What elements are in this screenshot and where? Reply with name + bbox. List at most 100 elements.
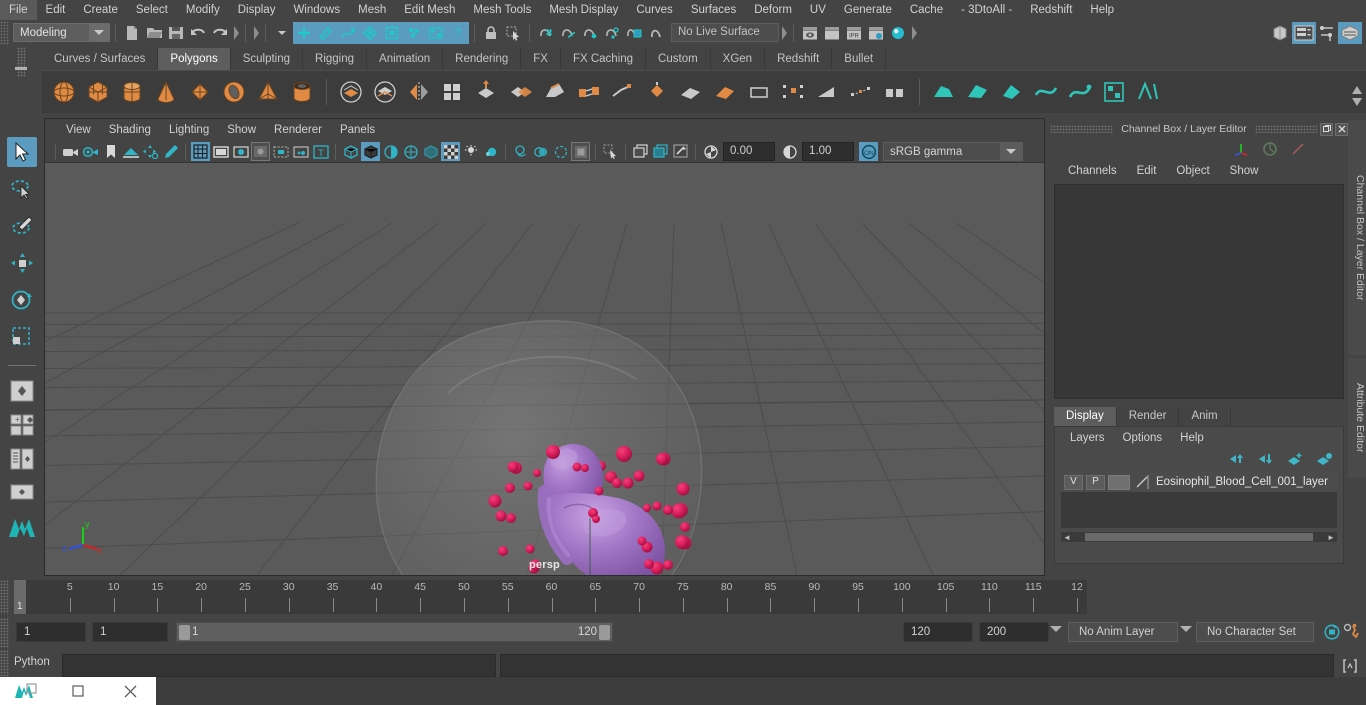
crease-tool-icon[interactable] [879, 76, 911, 108]
undo-icon[interactable] [187, 22, 209, 44]
restore-window-icon[interactable] [52, 677, 104, 705]
resolution-gate-icon[interactable] [231, 142, 250, 161]
poly-plane-icon[interactable] [184, 76, 216, 108]
append-polygon-icon[interactable] [607, 76, 639, 108]
color-space-chevron-down-icon[interactable] [1000, 143, 1022, 160]
menu-mesh[interactable]: Mesh [349, 0, 395, 20]
redo-icon[interactable] [209, 22, 231, 44]
layer-list[interactable]: V P Eosinophil_Blood_Cell_001_layer [1061, 472, 1337, 528]
multisample-aa-icon[interactable] [571, 142, 590, 161]
make-live-icon[interactable] [645, 22, 667, 44]
scale-tool-icon[interactable] [7, 322, 37, 352]
viewport-scroll-arrows[interactable] [1348, 78, 1366, 114]
menu-display[interactable]: Display [229, 0, 285, 20]
layer-editor-menu-options[interactable]: Options [1114, 432, 1172, 444]
show-hide-modeling-toolkit-icon[interactable] [1270, 22, 1292, 44]
combine-icon[interactable] [335, 76, 367, 108]
select-tool-icon[interactable] [7, 137, 37, 167]
select-by-hierarchy-icon[interactable] [293, 21, 315, 44]
viewport-menu-panels[interactable]: Panels [331, 119, 384, 141]
select-vertex-icon[interactable] [403, 21, 425, 44]
xray-icon[interactable] [421, 142, 440, 161]
select-help-icon[interactable]: ? [447, 21, 469, 44]
display-light-icon[interactable] [671, 142, 690, 161]
poly-cube-icon[interactable] [82, 76, 114, 108]
offset-edge-loop-icon[interactable] [811, 76, 843, 108]
channel-box-menu-edit[interactable]: Edit [1127, 165, 1167, 177]
snap-to-point-icon[interactable] [579, 22, 601, 44]
wedge-face-icon[interactable] [641, 76, 673, 108]
poly-pyramid-icon[interactable] [252, 76, 284, 108]
range-slider-grip[interactable] [0, 618, 9, 648]
playback-range-bar[interactable]: 1 120 [176, 622, 613, 642]
new-scene-icon[interactable] [121, 22, 143, 44]
range-end-time-field[interactable]: 120 [903, 622, 973, 642]
menu-set-selector[interactable]: Modeling [13, 23, 110, 42]
poly-sphere-icon[interactable] [48, 76, 80, 108]
outliner-persp-layout-icon[interactable] [5, 444, 39, 474]
shelf-tab-animation[interactable]: Animation [367, 48, 444, 70]
snap-to-view-plane-icon[interactable] [623, 22, 645, 44]
snap-to-curve-icon[interactable] [557, 22, 579, 44]
time-slider-track[interactable]: 1 5 10 15 20 25 30 35 40 45 50 55 60 65 70 75 80 85 90 95 1… [14, 580, 1087, 614]
layer-type-toggle[interactable] [1108, 474, 1130, 490]
shelf-tab-xgen[interactable]: XGen [710, 48, 766, 70]
uv-editor-icon[interactable] [1132, 76, 1164, 108]
screen-space-ao-icon[interactable] [531, 142, 550, 161]
menu-create[interactable]: Create [74, 0, 127, 20]
viewport-select-icon[interactable] [601, 142, 620, 161]
snap-to-grid-icon[interactable] [535, 22, 557, 44]
maya-logo-icon[interactable] [5, 512, 39, 542]
show-hide-attribute-editor-icon[interactable] [1292, 21, 1316, 44]
anim-layer-selector[interactable]: No Anim Layer [1068, 622, 1178, 642]
anim-end-time-field[interactable]: 200 [979, 622, 1049, 642]
lighting-default-icon[interactable] [461, 142, 480, 161]
menu-file[interactable]: File [0, 0, 37, 20]
camera-attributes-icon[interactable] [81, 142, 100, 161]
select-by-component-type-icon[interactable] [337, 21, 359, 44]
new-layer-icon[interactable] [1286, 452, 1304, 466]
text-overlay-icon[interactable]: T [311, 142, 330, 161]
shelf-tab-rigging[interactable]: Rigging [303, 48, 368, 70]
menu-deform[interactable]: Deform [745, 0, 801, 20]
ipr-render-icon[interactable]: IPR [843, 22, 865, 44]
lasso-select-tool-icon[interactable] [7, 174, 37, 204]
film-origin-icon[interactable] [271, 142, 290, 161]
status-collapse-1[interactable] [231, 25, 240, 40]
sculpt-tool-icon[interactable] [1064, 76, 1096, 108]
channel-box-menu-show[interactable]: Show [1220, 165, 1269, 177]
menu-edit-mesh[interactable]: Edit Mesh [395, 0, 464, 20]
menu-select[interactable]: Select [127, 0, 177, 20]
poly-cone-icon[interactable] [150, 76, 182, 108]
paint-select-tool-icon[interactable] [7, 211, 37, 241]
move-layer-down-icon[interactable] [1257, 452, 1275, 466]
range-end-grip[interactable] [599, 624, 610, 640]
status-line-grip[interactable] [0, 20, 9, 45]
soft-edge-icon[interactable] [928, 76, 960, 108]
boolean-icon[interactable] [505, 76, 537, 108]
layer-editor-tab-render[interactable]: Render [1116, 407, 1180, 426]
bevel-icon[interactable] [539, 76, 571, 108]
color-space-selector[interactable]: sRGB gamma [883, 142, 1023, 161]
live-surface-field[interactable]: No Live Surface [671, 23, 779, 42]
bookmark-icon[interactable] [101, 142, 120, 161]
render-view-icon[interactable] [887, 22, 909, 44]
range-start-grip[interactable] [179, 624, 190, 640]
menu-surfaces[interactable]: Surfaces [682, 0, 745, 20]
menu-3dtoall[interactable]: - 3DtoAll - [952, 0, 1021, 20]
quad-draw-icon[interactable] [675, 76, 707, 108]
maya-app-icon[interactable] [0, 677, 52, 705]
status-collapse-2[interactable] [251, 25, 260, 40]
viewport-menu-shading[interactable]: Shading [100, 119, 160, 141]
shadows-icon[interactable] [511, 142, 530, 161]
viewport-menu-view[interactable]: View [57, 119, 100, 141]
insert-edge-loop-icon[interactable] [777, 76, 809, 108]
average-vertices-icon[interactable] [1030, 76, 1062, 108]
status-collapse-4[interactable] [909, 25, 918, 40]
anim-start-time-field[interactable]: 1 [16, 622, 86, 642]
film-gate-icon[interactable] [211, 142, 230, 161]
render-settings-icon[interactable] [865, 22, 887, 44]
channel-box-menu-object[interactable]: Object [1166, 165, 1219, 177]
single-perspective-layout-icon[interactable] [5, 376, 39, 406]
time-slider-grip[interactable] [0, 580, 9, 614]
